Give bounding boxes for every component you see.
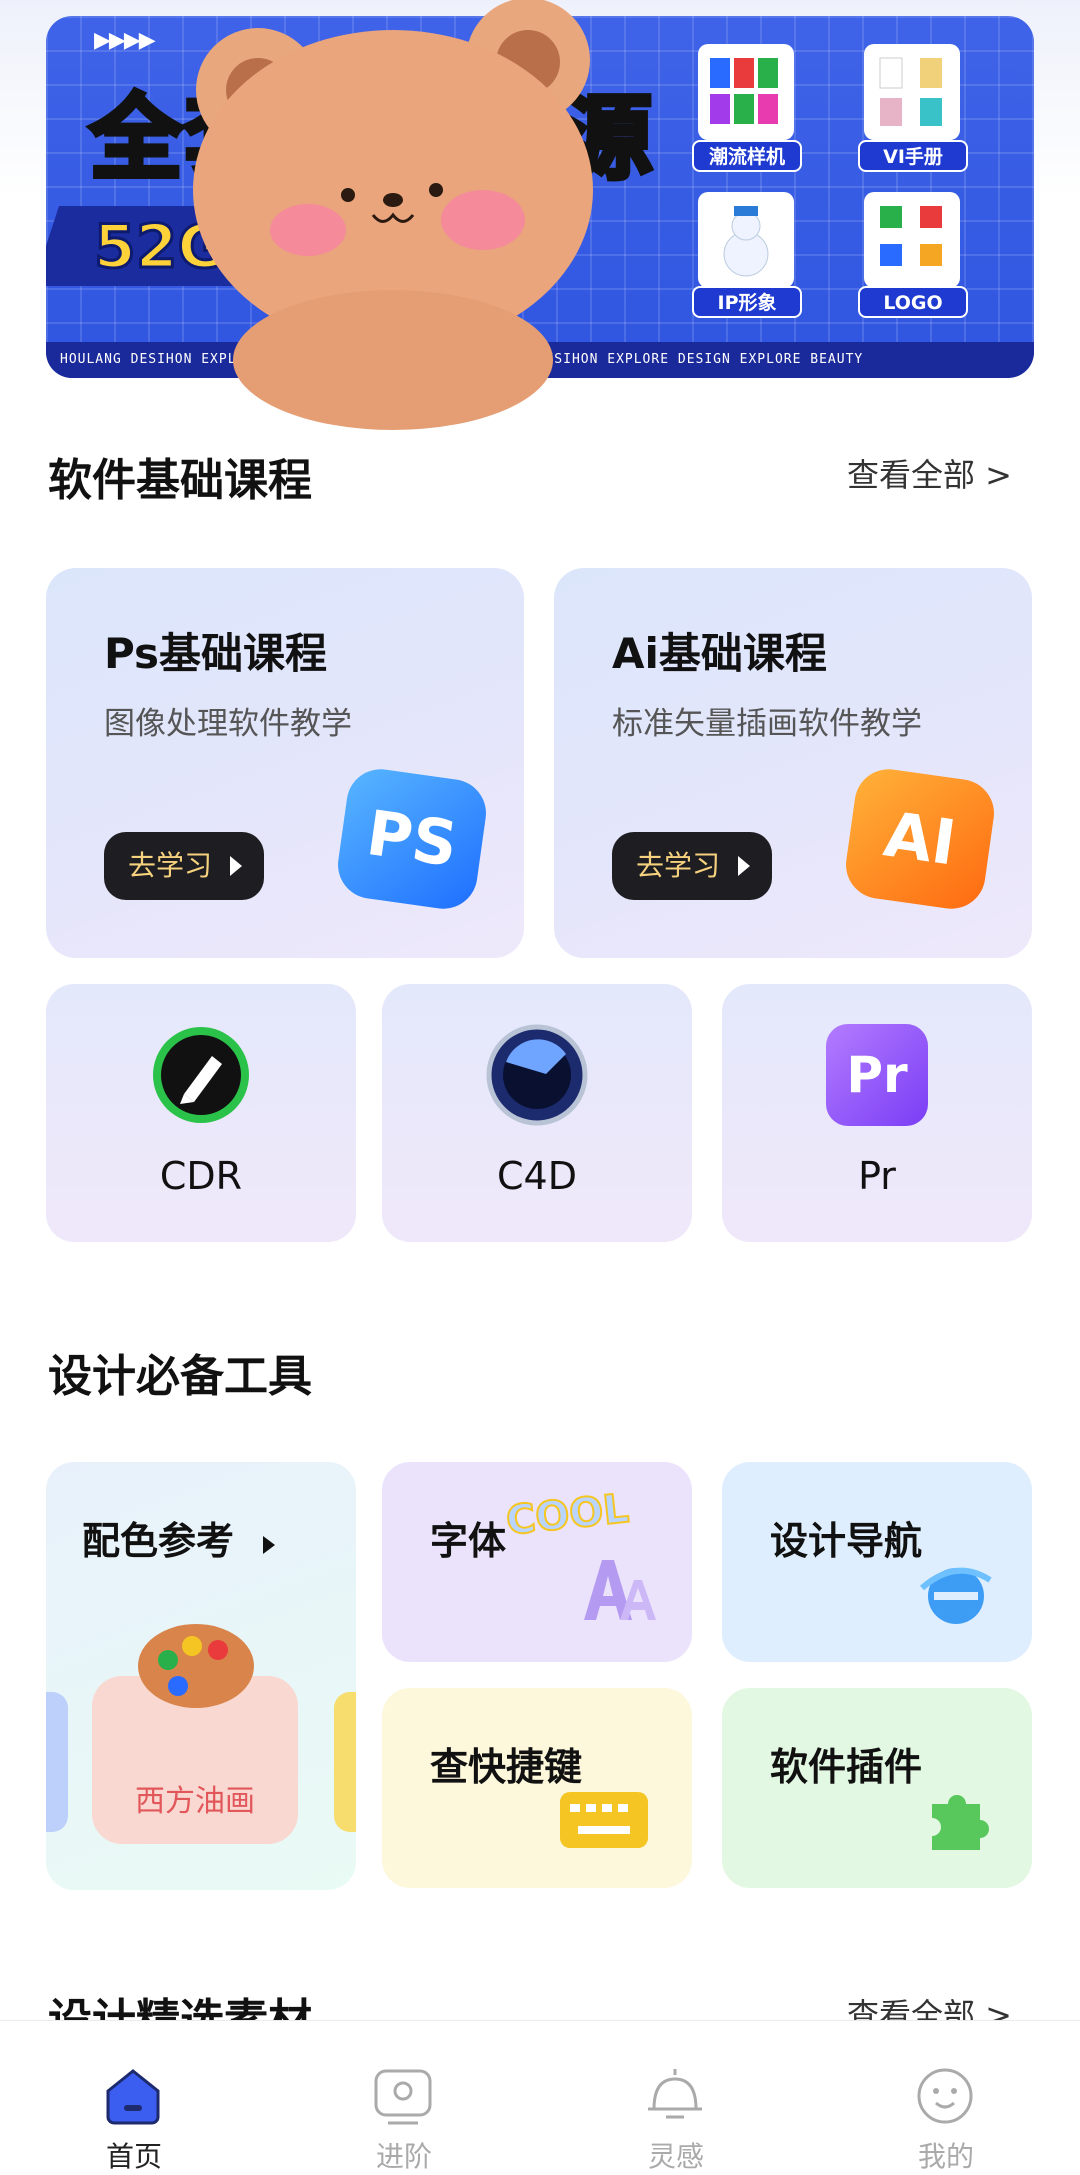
banner-arrows: ▶▶▶▶ — [94, 28, 156, 53]
home-icon — [106, 2069, 160, 2125]
tile-label-logo: LOGO — [858, 286, 968, 318]
shortcut-title: 查快捷键 — [430, 1745, 583, 1789]
play-arrow-icon — [230, 856, 242, 876]
pr-course-card[interactable]: Pr Pr — [722, 984, 1032, 1242]
font-tool-card[interactable]: 字体 COOL — [382, 1462, 692, 1662]
section-title-software: 软件基础课程 — [48, 455, 312, 506]
premiere-icon: Pr — [826, 1024, 928, 1126]
play-arrow-icon — [738, 856, 750, 876]
tile-label-ip: IP形象 — [692, 286, 802, 318]
coreldraw-icon — [153, 1027, 249, 1123]
palette-icon — [138, 1624, 254, 1708]
ai-course-card[interactable]: Ai基础课程 标准矢量插画软件教学 去学习 AI — [554, 568, 1032, 958]
vi-tile — [864, 44, 960, 140]
font-icon — [584, 1560, 656, 1620]
ip-tile — [698, 192, 794, 288]
section-title-tools: 设计必备工具 — [48, 1351, 312, 1402]
logo-tile — [864, 192, 960, 288]
pr-label: Pr — [858, 1154, 896, 1198]
color-reference-label: 配色参考 — [82, 1519, 235, 1563]
carousel-next-card — [334, 1692, 356, 1832]
design-nav-card[interactable]: 设计导航 — [722, 1462, 1032, 1662]
ai-learn-label: 去学习 — [636, 849, 721, 882]
ps-learn-label: 去学习 — [128, 849, 213, 882]
cdr-course-card[interactable]: CDR — [46, 984, 356, 1242]
mockup-tile — [698, 44, 794, 140]
nav-profile-label: 我的 — [917, 2140, 974, 2173]
nav-inspiration-label: 灵感 — [647, 2140, 704, 2173]
advance-icon — [374, 2069, 432, 2125]
oil-painting-card[interactable]: 西方油画 — [92, 1624, 298, 1844]
browser-icon — [920, 1567, 992, 1624]
puzzle-icon — [932, 1795, 989, 1850]
font-tool-title: 字体 — [430, 1519, 507, 1563]
ps-course-card[interactable]: Ps基础课程 图像处理软件教学 去学习 PS — [46, 568, 524, 958]
color-reference-title: 配色参考 — [82, 1510, 276, 1565]
arrow-right-icon — [263, 1536, 276, 1554]
bear-sticker — [193, 0, 593, 430]
bottom-navigation: 首页 进阶 灵感 我的 — [0, 2020, 1080, 2173]
shortcut-card[interactable]: 查快捷键 — [382, 1688, 692, 1888]
nav-home-label: 首页 — [105, 2140, 162, 2173]
profile-icon — [917, 2068, 973, 2124]
plugin-title: 软件插件 — [770, 1745, 923, 1789]
carousel-prev-card — [46, 1692, 68, 1832]
ai-card-title: Ai基础课程 — [612, 629, 827, 678]
c4d-course-card[interactable]: C4D — [382, 984, 692, 1242]
bell-icon — [648, 2069, 702, 2119]
oil-painting-label: 西方油画 — [135, 1784, 255, 1819]
ai-card-subtitle: 标准矢量插画软件教学 — [612, 706, 922, 742]
ps-icon: PS — [333, 764, 491, 914]
plugin-card[interactable]: 软件插件 — [722, 1688, 1032, 1888]
tile-label-vi: VI手册 — [858, 140, 968, 172]
ai-icon: AI — [841, 764, 999, 914]
cinema4d-icon — [486, 1024, 588, 1126]
ps-card-title: Ps基础课程 — [104, 629, 328, 678]
c4d-label: C4D — [497, 1154, 577, 1198]
view-all-software-link[interactable]: 查看全部 > — [847, 450, 1012, 496]
nav-advance-label: 进阶 — [375, 2140, 432, 2173]
ps-learn-button[interactable]: 去学习 — [104, 832, 264, 900]
ps-card-subtitle: 图像处理软件教学 — [104, 706, 352, 742]
tile-label-mockup: 潮流样机 — [692, 140, 802, 172]
cdr-label: CDR — [159, 1154, 243, 1198]
design-nav-title: 设计导航 — [770, 1519, 923, 1563]
cool-sticker: COOL — [503, 1485, 632, 1546]
keyboard-icon — [560, 1792, 648, 1848]
ai-learn-button[interactable]: 去学习 — [612, 832, 772, 900]
